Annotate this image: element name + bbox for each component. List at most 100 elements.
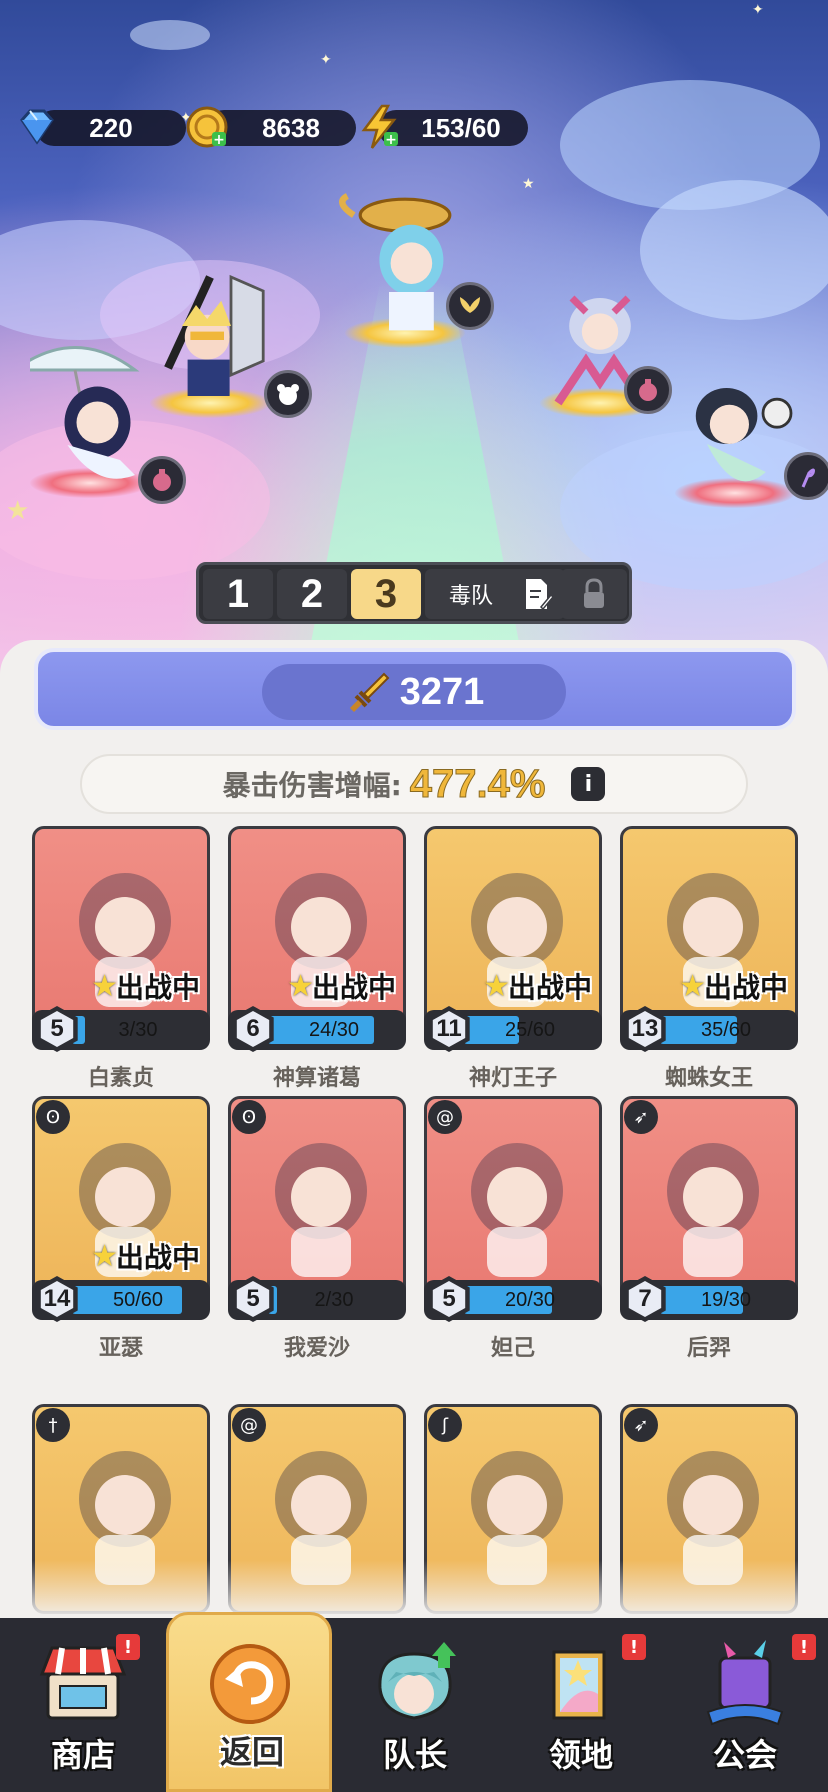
progress-text: 2/30 xyxy=(314,1288,354,1311)
hero-name: 妲己 xyxy=(490,1336,535,1361)
return-icon xyxy=(210,1644,290,1724)
battle-scene: ✦ ✦ ★ ★ ✦ 220 + 8638 + 153/60 1 2 3 毒队 xyxy=(0,0,828,680)
progress-text: 3/30 xyxy=(118,1018,158,1041)
edit-icon xyxy=(526,579,554,611)
nav-shop-label: 商店 xyxy=(50,1736,115,1774)
energy-counter[interactable]: + 153/60 xyxy=(356,104,528,149)
hero-card[interactable]: ʘ ★ 出战中 50/60 14 亚瑟 xyxy=(32,1096,210,1366)
star-decoration: ★ xyxy=(522,176,535,192)
guild-notice-badge: ! xyxy=(792,1634,816,1660)
star-decoration: ★ xyxy=(6,496,30,526)
lock-icon xyxy=(584,578,604,608)
progress-text: 25/60 xyxy=(504,1018,556,1041)
nav-guild-label: 公会 xyxy=(712,1736,777,1774)
star-decoration: ✦ xyxy=(752,2,764,18)
team-tab-1[interactable]: 1 xyxy=(203,569,273,619)
svg-text:+: + xyxy=(213,132,225,148)
nav-return-label: 返回 xyxy=(219,1733,284,1771)
hero-sprite xyxy=(164,274,265,396)
sword-power-icon xyxy=(349,672,390,712)
hero-card[interactable]: ★ 出战中 35/60 13 蜘蛛女王 xyxy=(620,826,798,1096)
hero-card[interactable]: ★ 出战中 25/60 11 神灯王子 xyxy=(424,826,602,1096)
deployed-badge: ★ 出战中 xyxy=(85,966,206,1006)
bow-icon: ➶ xyxy=(624,1408,658,1442)
deployed-badge: ★ 出战中 xyxy=(673,966,794,1006)
team-tab-2[interactable]: 2 xyxy=(277,569,347,619)
nav-territory-label: 领地 xyxy=(548,1736,613,1774)
hero-card[interactable]: ★ 出战中 24/30 6 神算诸葛 xyxy=(228,826,406,1096)
stage-hero-lamp-prince[interactable] xyxy=(330,170,494,348)
diamond-icon xyxy=(20,109,54,145)
guild-icon xyxy=(706,1640,784,1726)
caster-staff-icon: ʃ xyxy=(428,1408,462,1442)
team-name-label: 毒队 xyxy=(449,584,494,609)
star-icon: ★ xyxy=(483,968,510,1004)
deployed-label: 出战中 xyxy=(311,971,396,1004)
bottom-nav: ! 商店 返回 队长 ! 领地 ! 公会 xyxy=(0,1612,828,1792)
energy-bolt-icon: + xyxy=(361,104,398,149)
hero-name: 亚瑟 xyxy=(98,1336,143,1361)
info-button[interactable]: i xyxy=(571,767,606,801)
hero-name: 神灯王子 xyxy=(468,1066,557,1091)
hero-sprite xyxy=(695,388,793,482)
star-icon: ★ xyxy=(91,1238,118,1274)
power-value: 3271 xyxy=(399,670,485,713)
hero-card[interactable]: ʘ 2/30 5 我爱沙 xyxy=(228,1096,406,1366)
caster-staff-icon xyxy=(784,452,828,500)
nav-shop[interactable]: ! 商店 xyxy=(0,1618,166,1792)
stage-hero-arthur[interactable] xyxy=(140,250,312,418)
tank-bear-icon xyxy=(264,370,312,418)
hero-name: 后羿 xyxy=(686,1336,731,1361)
hero-card[interactable]: @20/30 5 妲己 xyxy=(424,1096,602,1366)
territory-notice-badge: ! xyxy=(622,1634,646,1660)
stage-hero-spider-queen[interactable] xyxy=(530,250,672,418)
star-decoration: ✦ xyxy=(320,52,332,68)
hero-name: 神算诸葛 xyxy=(272,1066,361,1091)
crit-label: 暴击伤害增幅: xyxy=(222,769,402,802)
nav-guild[interactable]: ! 公会 xyxy=(662,1618,828,1792)
shop-icon xyxy=(39,1646,127,1720)
crit-damage-row: 暴击伤害增幅: 477.4% i xyxy=(80,754,748,814)
power-display: 3271 xyxy=(262,664,566,720)
team-lock-button[interactable] xyxy=(561,569,627,619)
stage-hero-zhuge[interactable] xyxy=(660,340,828,508)
team-tab-3[interactable]: 3 xyxy=(351,569,421,619)
swirl-icon: @ xyxy=(232,1408,266,1442)
team-selector: 1 2 3 毒队 xyxy=(196,562,632,624)
captain-icon xyxy=(378,1642,456,1720)
tank-bear-icon: ʘ xyxy=(232,1100,266,1134)
svg-text:+: + xyxy=(385,132,397,148)
hero-name: 蜘蛛女王 xyxy=(664,1066,753,1091)
deployed-label: 出战中 xyxy=(703,971,788,1004)
hero-name: 白素贞 xyxy=(87,1066,154,1091)
gold-counter[interactable]: + 8638 xyxy=(184,106,356,148)
cloud xyxy=(130,20,210,50)
stage-hero-bai-suzhen[interactable] xyxy=(20,330,186,504)
team-name-field[interactable]: 毒队 xyxy=(425,569,565,619)
nav-return[interactable]: 返回 xyxy=(166,1612,332,1792)
progress-text: 35/60 xyxy=(700,1018,752,1041)
mage-flask-icon xyxy=(138,456,186,504)
support-wings-icon xyxy=(446,282,494,330)
hero-card[interactable]: ★ 出战中 3/30 5 白素贞 xyxy=(32,826,210,1096)
crit-value: 477.4% xyxy=(409,761,546,806)
hero-card[interactable]: ➶ 19/30 7 后羿 xyxy=(620,1096,798,1366)
hero-sprite xyxy=(30,346,140,479)
grid-fade xyxy=(0,1560,828,1620)
star-icon: ★ xyxy=(287,968,314,1004)
diamond-counter[interactable]: 220 xyxy=(14,108,186,148)
gold-coin-icon: + xyxy=(186,106,228,148)
nav-territory[interactable]: ! 领地 xyxy=(498,1618,664,1792)
nav-captain-label: 队长 xyxy=(382,1736,447,1774)
deployed-badge: ★ 出战中 xyxy=(281,966,402,1006)
tank-bear-icon: ʘ xyxy=(36,1100,70,1134)
progress-text: 20/30 xyxy=(504,1288,556,1311)
territory-icon xyxy=(552,1650,606,1720)
shop-notice-badge: ! xyxy=(116,1634,140,1660)
deployed-label: 出战中 xyxy=(115,1241,200,1274)
bow-icon: ➶ xyxy=(624,1100,658,1134)
star-icon: ★ xyxy=(679,968,706,1004)
nav-captain[interactable]: 队长 xyxy=(332,1618,498,1792)
deployed-label: 出战中 xyxy=(115,971,200,1004)
sword-icon: † xyxy=(36,1408,70,1442)
